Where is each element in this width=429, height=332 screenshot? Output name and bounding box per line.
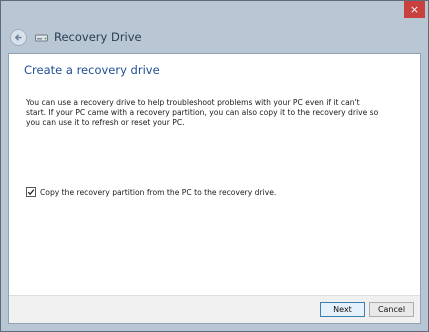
description-text: You can use a recovery drive to help tro… (26, 98, 379, 127)
checkmark-icon (27, 189, 35, 196)
copy-partition-label[interactable]: Copy the recovery partition from the PC … (40, 188, 276, 197)
back-arrow-icon (14, 34, 22, 41)
title-bar: × (1, 1, 428, 28)
page-heading: Create a recovery drive (24, 63, 160, 77)
cancel-button[interactable]: Cancel (369, 302, 414, 317)
wizard-footer: Next Cancel (9, 295, 420, 323)
close-button[interactable]: × (404, 1, 425, 18)
back-button[interactable] (10, 29, 27, 46)
navigation-bar: Recovery Drive (2, 25, 427, 51)
close-icon: × (409, 3, 420, 16)
copy-partition-option[interactable]: Copy the recovery partition from the PC … (26, 187, 276, 197)
copy-partition-checkbox[interactable] (26, 187, 36, 197)
recovery-drive-icon (35, 34, 48, 42)
window-title: Recovery Drive (54, 30, 142, 44)
content-pane: Create a recovery drive You can use a re… (8, 53, 421, 324)
next-button[interactable]: Next (320, 302, 365, 317)
recovery-drive-window: × Recovery Drive Create a recovery drive… (0, 0, 429, 332)
